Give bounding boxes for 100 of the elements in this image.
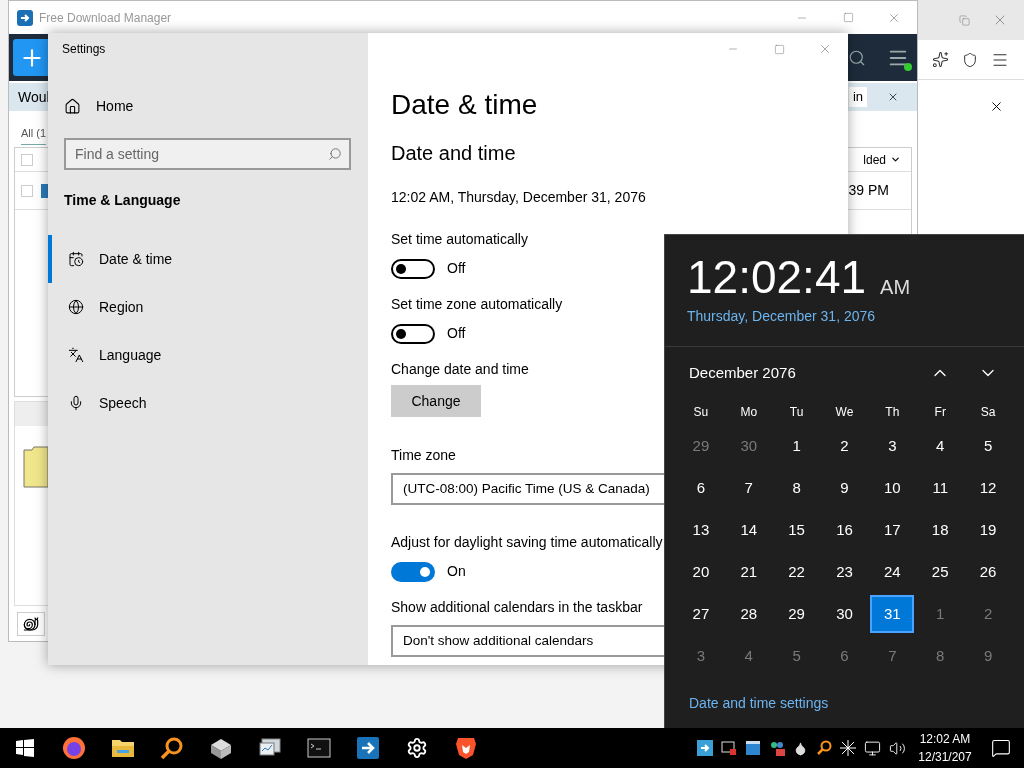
home-icon (64, 97, 81, 115)
setting-label: Set time zone automatically (391, 295, 563, 314)
setting-label: Set time automatically (391, 230, 528, 249)
calendar-day[interactable]: 7 (724, 467, 773, 509)
language-icon (68, 347, 84, 363)
calendar-day[interactable]: 9 (820, 467, 869, 509)
maximize-icon (773, 43, 785, 55)
people-tray-icon[interactable] (769, 740, 785, 756)
shield-icon[interactable] (962, 51, 978, 68)
sparkle-icon[interactable] (932, 51, 949, 68)
calendar-day[interactable]: 4 (916, 425, 965, 467)
search-icon[interactable] (848, 48, 866, 67)
calendar-day[interactable]: 1 (916, 593, 965, 635)
calendar-day[interactable]: 19 (964, 509, 1012, 551)
magnifier-tray-icon[interactable] (816, 740, 832, 756)
taskbar-date[interactable]: 12/31/207 (918, 748, 972, 766)
speed-mode-button[interactable] (17, 612, 45, 636)
asterisk-icon[interactable] (840, 740, 856, 756)
terminal-icon[interactable] (306, 738, 331, 758)
settings-link[interactable]: Date and time settings (689, 693, 829, 713)
volume-icon[interactable] (889, 739, 906, 757)
calendar-day[interactable]: 30 (820, 593, 869, 635)
calendar-day[interactable]: 3 (677, 635, 725, 677)
home-nav-item[interactable]: Home (48, 82, 368, 130)
calendar-day[interactable]: 7 (868, 635, 917, 677)
weekday-label: Su (692, 404, 710, 421)
drop-icon[interactable] (793, 740, 808, 756)
nav-item[interactable]: Language (48, 331, 368, 379)
calendar-day[interactable]: 15 (772, 509, 821, 551)
calendar-day[interactable]: 30 (724, 425, 773, 467)
calendar-day[interactable]: 22 (772, 551, 821, 593)
nav-item[interactable]: Region (48, 283, 368, 331)
calendar-day[interactable]: 14 (724, 509, 773, 551)
app-logo-icon[interactable] (355, 736, 380, 760)
calendar-day[interactable]: 2 (964, 593, 1012, 635)
calendar-day[interactable]: 8 (772, 467, 821, 509)
weekday-label: We (834, 404, 855, 421)
toggle-state: Off (447, 324, 466, 343)
calendar-day[interactable]: 9 (964, 635, 1012, 677)
calendar-day[interactable]: 3 (868, 425, 917, 467)
change-button[interactable]: Change (391, 385, 481, 417)
calendar-day[interactable]: 18 (916, 509, 965, 551)
calendar-day[interactable]: 29 (677, 425, 725, 467)
close-icon[interactable] (887, 91, 899, 103)
calendar-day[interactable]: 10 (868, 467, 917, 509)
banner-button[interactable]: in (848, 87, 867, 107)
calendar-day[interactable]: 5 (772, 635, 821, 677)
calendar-day[interactable]: 28 (724, 593, 773, 635)
calendar-day[interactable]: 12 (964, 467, 1012, 509)
calendar-day[interactable]: 23 (820, 551, 869, 593)
gear-icon[interactable] (405, 737, 428, 759)
dropdown-field[interactable]: Don't show additional calendars (391, 625, 664, 657)
checkbox[interactable] (21, 153, 33, 166)
filter-tab[interactable]: All (1 (21, 124, 47, 145)
screen-tray-icon[interactable] (721, 740, 737, 756)
app-tray-icon[interactable] (697, 740, 713, 756)
search-field[interactable]: Find a setting (64, 138, 351, 170)
folder-icon[interactable] (110, 738, 135, 758)
browser-icon[interactable] (61, 736, 86, 760)
nav-item[interactable]: Speech (48, 379, 368, 427)
dropdown-field[interactable]: (UTC-08:00) Pacific Time (US & Canada) (391, 473, 664, 505)
checkbox[interactable] (21, 184, 33, 197)
calendar-day[interactable]: 31 (870, 595, 915, 633)
calendar-day[interactable]: 1 (772, 425, 821, 467)
taskbar-time[interactable]: 12:02 AM (919, 730, 971, 748)
magnifier-icon[interactable] (159, 736, 184, 760)
page-title: Date & time (391, 88, 538, 122)
toggle-switch[interactable] (391, 258, 435, 279)
chevron-icon (890, 154, 901, 165)
calendar-day[interactable]: 26 (964, 551, 1012, 593)
close-icon[interactable] (989, 99, 1004, 114)
calendar-day[interactable]: 6 (820, 635, 869, 677)
calendar-day[interactable]: 29 (772, 593, 821, 635)
calendar-day[interactable]: 24 (868, 551, 917, 593)
date-link[interactable]: Thursday, December 31, 2076 (687, 306, 876, 326)
calendar-day[interactable]: 21 (724, 551, 773, 593)
toggle-switch[interactable] (391, 323, 435, 344)
window-tray-icon[interactable] (745, 740, 761, 756)
calendar-day[interactable]: 25 (916, 551, 965, 593)
calendar-day[interactable]: 5 (964, 425, 1012, 467)
calendar-day[interactable]: 2 (820, 425, 869, 467)
calendar-day[interactable]: 8 (916, 635, 965, 677)
calendar-day[interactable]: 20 (677, 551, 725, 593)
calendar-day[interactable]: 17 (868, 509, 917, 551)
network-icon[interactable] (864, 739, 881, 757)
calendar-day[interactable]: 6 (677, 467, 725, 509)
notification-icon[interactable] (991, 738, 1011, 758)
calendar-day[interactable]: 11 (916, 467, 965, 509)
globe-icon (68, 299, 84, 315)
window-title: Free Download Manager (39, 9, 172, 27)
month-title[interactable]: December 2076 (689, 361, 796, 385)
add-button[interactable] (13, 39, 50, 76)
calendar-day[interactable]: 16 (820, 509, 869, 551)
calendar-day[interactable]: 4 (724, 635, 773, 677)
windows-logo-icon[interactable] (15, 739, 34, 757)
clock-time: 12:02:41 (687, 251, 867, 303)
toggle-switch[interactable] (391, 561, 435, 582)
calendar-day[interactable]: 13 (677, 509, 725, 551)
calendar-day[interactable]: 27 (677, 593, 725, 635)
monitor-icon[interactable] (257, 737, 282, 759)
